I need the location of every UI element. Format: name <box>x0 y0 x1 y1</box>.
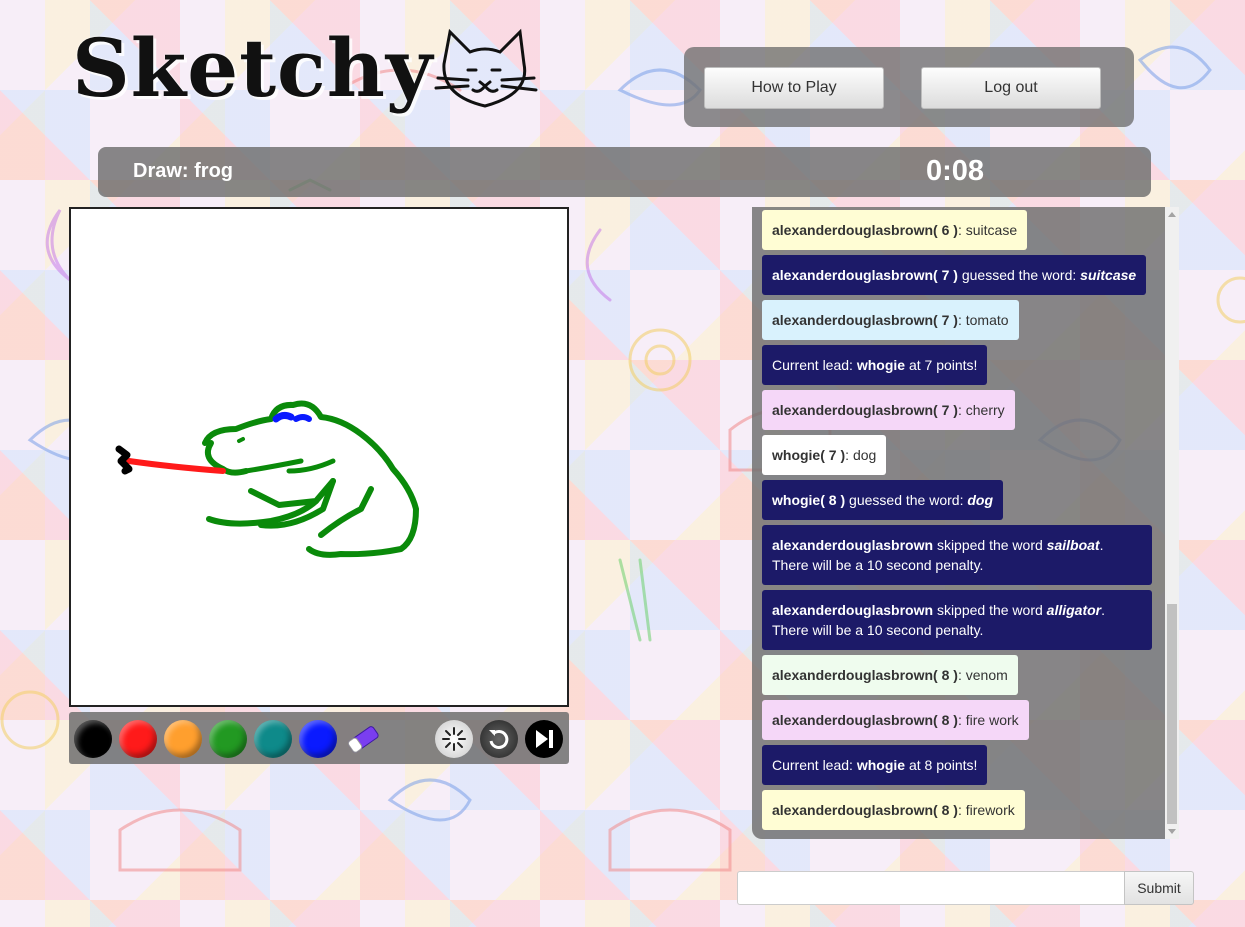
guess-input[interactable] <box>737 871 1129 905</box>
chat-scrollbar[interactable] <box>1165 207 1179 839</box>
color-black-swatch[interactable] <box>74 720 112 758</box>
how-to-play-button[interactable]: How to Play <box>704 67 884 109</box>
chat-message: Current lead: whogie at 8 points! <box>762 745 988 785</box>
sketchy-logo: Sketchy <box>66 14 546 126</box>
color-teal-swatch[interactable] <box>254 720 292 758</box>
chat-message: whogie( 7 ): dog <box>762 435 887 475</box>
round-timer: 0:08 <box>926 155 985 187</box>
clear-icon <box>442 727 466 751</box>
chat-message: alexanderdouglasbrown( 8 ): venom <box>762 655 1018 695</box>
undo-button[interactable] <box>480 720 518 758</box>
chat-message: alexanderdouglasbrown( 7 ): cherry <box>762 390 1015 430</box>
submit-button[interactable]: Submit <box>1124 871 1194 905</box>
frog-drawing <box>115 400 419 558</box>
chat-message: alexanderdouglasbrown( 7 ): tomato <box>762 300 1019 340</box>
cat-logo-icon <box>434 28 538 108</box>
eraser-icon <box>347 726 379 753</box>
chat-message: alexanderdouglasbrown skipped the word a… <box>762 590 1152 650</box>
logo-text: Sketchy <box>72 21 434 115</box>
chat-message: whogie( 8 ) guessed the word: dog <box>762 480 1003 520</box>
chat-message: alexanderdouglasbrown skipped the word s… <box>762 525 1152 585</box>
chat-message: alexanderdouglasbrown( 6 ): suitcase <box>762 210 1028 250</box>
chat-message: alexanderdouglasbrown( 8 ): fire work <box>762 700 1029 740</box>
chat-message: Current lead: whogie at 7 points! <box>762 345 988 385</box>
chat-log[interactable]: alexanderdouglasbrown( 6 ): suitcase ale… <box>752 207 1165 839</box>
scroll-down-arrow-icon[interactable] <box>1168 829 1176 834</box>
top-nav: How to Play Log out <box>684 47 1134 127</box>
scroll-thumb[interactable] <box>1167 604 1177 824</box>
eraser-button[interactable] <box>344 720 382 758</box>
color-red-swatch[interactable] <box>119 720 157 758</box>
drawing-canvas[interactable] <box>69 207 569 707</box>
skip-word-button[interactable] <box>525 720 563 758</box>
chat-message: alexanderdouglasbrown( 7 ) guessed the w… <box>762 255 1147 295</box>
drawing-toolbar <box>69 712 569 764</box>
undo-icon <box>489 729 509 749</box>
round-info-bar: Draw: frog 0:08 <box>98 147 1151 197</box>
color-orange-swatch[interactable] <box>164 720 202 758</box>
logout-button[interactable]: Log out <box>921 67 1101 109</box>
scroll-up-arrow-icon[interactable] <box>1168 212 1176 217</box>
clear-canvas-button[interactable] <box>435 720 473 758</box>
chat-message: alexanderdouglasbrown( 8 ): firework <box>762 790 1025 830</box>
color-green-swatch[interactable] <box>209 720 247 758</box>
draw-word-label: Draw: frog <box>133 160 233 182</box>
skip-icon <box>536 730 553 748</box>
color-blue-swatch[interactable] <box>299 720 337 758</box>
